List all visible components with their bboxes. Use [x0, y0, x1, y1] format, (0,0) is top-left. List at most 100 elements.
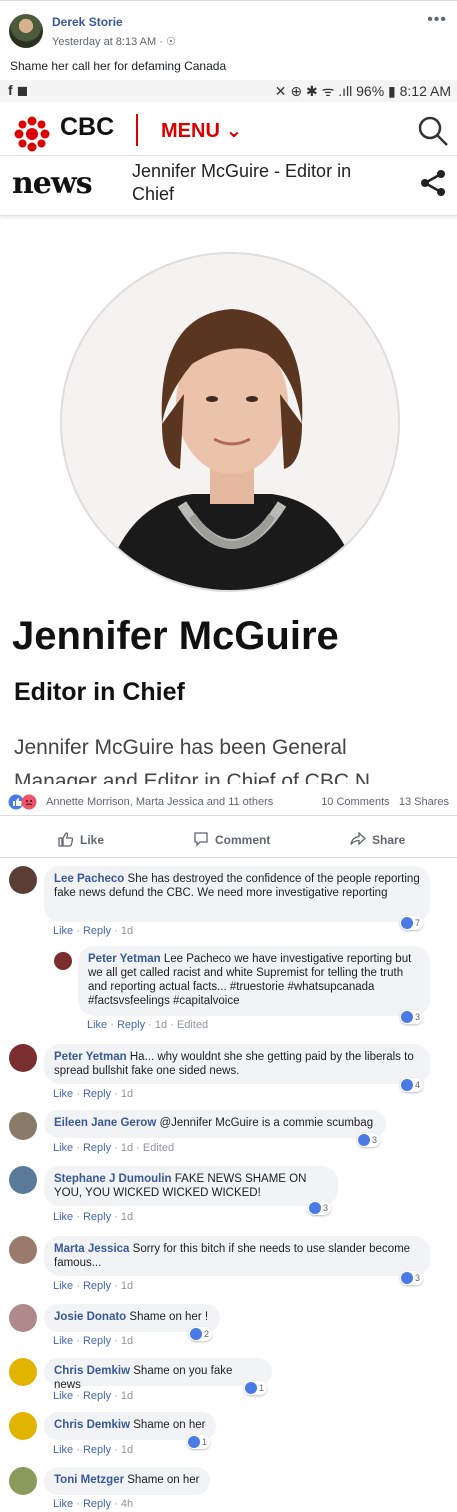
comment-time[interactable]: 1d — [121, 1211, 133, 1223]
post-header: Derek Storie Yesterday at 8:13 AM · ☉ ••… — [0, 0, 457, 80]
commenter-name[interactable]: Chris Demkiw — [54, 1365, 130, 1377]
comment-text: @Jennifer McGuire is a commie scumbag — [159, 1117, 374, 1129]
like-count: 3 — [323, 1203, 329, 1213]
comment-like-badge[interactable]: 3 — [400, 1010, 424, 1024]
comment-bubble: Peter Yetman Ha... why wouldnt she she g… — [44, 1044, 430, 1084]
post-time[interactable]: Yesterday at 8:13 AM — [52, 36, 156, 48]
post-actions: Like Comment Share — [0, 822, 457, 858]
like-count: 3 — [415, 1273, 421, 1283]
comment-reply-link[interactable]: Reply — [117, 1019, 145, 1031]
comment-like-link[interactable]: Like — [53, 1088, 73, 1100]
article-page-title: Jennifer McGuire - Editor in Chief — [132, 161, 352, 204]
comment-links: Like · Reply · 1d — [53, 1088, 134, 1100]
commenter-name[interactable]: Marta Jessica — [54, 1243, 129, 1255]
comment-text: Shame on her — [127, 1474, 200, 1486]
commenter-avatar[interactable] — [9, 1236, 37, 1264]
like-count: 4 — [415, 1080, 421, 1090]
comment-like-link[interactable]: Like — [87, 1019, 107, 1031]
commenter-avatar[interactable] — [9, 866, 37, 894]
like-badge-icon — [401, 917, 413, 929]
post-meta: Yesterday at 8:13 AM · ☉ — [52, 35, 176, 48]
reaction-names[interactable]: Annette Morrison, Marta Jessica and 11 o… — [46, 796, 273, 808]
commenter-name[interactable]: Stephane J Dumoulin — [54, 1173, 172, 1185]
comment-reply-link[interactable]: Reply — [83, 1498, 111, 1510]
comment-reply-link[interactable]: Reply — [83, 1444, 111, 1456]
comment-button[interactable]: Comment — [193, 831, 270, 850]
commenter-name[interactable]: Lee Pacheco — [54, 873, 124, 885]
commenter-name[interactable]: Peter Yetman — [88, 953, 161, 965]
comment-like-link[interactable]: Like — [53, 1335, 73, 1347]
shared-screenshot[interactable]: f ◼ ✕ ⊕ ✱ ᯤ .ıll 96% ▮ 8:12 AM CBC MENU … — [0, 80, 457, 784]
comment-edited: Edited — [176, 1019, 209, 1031]
commenter-avatar[interactable] — [9, 1112, 37, 1140]
comments-count[interactable]: 10 Comments — [321, 796, 389, 808]
comment-like-link[interactable]: Like — [53, 1498, 73, 1510]
share-button[interactable]: Share — [350, 831, 405, 850]
commenter-avatar[interactable] — [9, 1467, 37, 1495]
comment-like-link[interactable]: Like — [53, 1142, 73, 1154]
shares-count[interactable]: 13 Shares — [399, 796, 449, 808]
comment-like-link[interactable]: Like — [53, 1444, 73, 1456]
comment-like-badge[interactable]: 1 — [244, 1381, 268, 1395]
comment-reply-link[interactable]: Reply — [83, 1211, 111, 1223]
comment-icon — [193, 831, 209, 850]
comment-like-link[interactable]: Like — [53, 1211, 73, 1223]
comment-like-badge[interactable]: 3 — [308, 1201, 332, 1215]
comment-like-badge[interactable]: 2 — [189, 1327, 213, 1341]
share-arrow-icon — [350, 831, 366, 850]
comment-time[interactable]: 1d — [121, 1390, 133, 1402]
commenter-name[interactable]: Toni Metzger — [54, 1474, 124, 1486]
comment-time[interactable]: 1d — [121, 925, 133, 937]
comment-reply-link[interactable]: Reply — [83, 925, 111, 937]
commenter-avatar[interactable] — [9, 1412, 37, 1440]
commenter-name[interactable]: Eileen Jane Gerow — [54, 1117, 156, 1129]
comment-reply-link[interactable]: Reply — [83, 1088, 111, 1100]
like-count: 3 — [415, 1012, 421, 1022]
like-count: 3 — [372, 1135, 378, 1145]
comment-bubble: Eileen Jane Gerow @Jennifer McGuire is a… — [44, 1110, 386, 1138]
comment-time[interactable]: 1d — [155, 1019, 167, 1031]
share-icon — [421, 170, 445, 196]
comment-time[interactable]: 1d — [121, 1335, 133, 1347]
person-bio: Jennifer McGuire has been General — [14, 736, 347, 759]
comment-like-badge[interactable]: 3 — [400, 1271, 424, 1285]
comment-bubble: Toni Metzger Shame on her — [44, 1467, 210, 1495]
comment-reply-link[interactable]: Reply — [83, 1280, 111, 1292]
comment-like-badge[interactable]: 3 — [357, 1133, 381, 1147]
reaction-icons[interactable] — [8, 794, 42, 813]
comment-like-link[interactable]: Like — [53, 1390, 73, 1402]
commenter-avatar[interactable] — [9, 1358, 37, 1386]
phone-status-bar: f ◼ ✕ ⊕ ✱ ᯤ .ıll 96% ▮ 8:12 AM — [0, 80, 457, 102]
cbc-gem-logo — [14, 116, 50, 152]
commenter-name[interactable]: Peter Yetman — [54, 1051, 127, 1063]
comment-time[interactable]: 1d — [121, 1280, 133, 1292]
like-badge-icon — [245, 1382, 257, 1394]
comment-like-badge[interactable]: 7 — [400, 916, 424, 930]
author-avatar[interactable] — [9, 14, 43, 48]
comment-links: Like · Reply · 1d — [53, 1335, 134, 1347]
comment-like-link[interactable]: Like — [53, 1280, 73, 1292]
commenter-name[interactable]: Josie Donato — [54, 1311, 126, 1323]
like-count: 1 — [259, 1383, 265, 1393]
like-badge-icon — [358, 1134, 370, 1146]
commenter-name[interactable]: Chris Demkiw — [54, 1419, 130, 1431]
comment-reply-link[interactable]: Reply — [83, 1142, 111, 1154]
comment-like-link[interactable]: Like — [53, 925, 73, 937]
more-options-icon[interactable]: ••• — [427, 11, 447, 29]
person-bio-cut: Manager and Editor in Chief of CBC N — [14, 770, 371, 784]
comment-time[interactable]: 1d — [121, 1444, 133, 1456]
cbc-brand: CBC — [60, 113, 115, 141]
comment-time[interactable]: 4h — [121, 1498, 133, 1510]
commenter-avatar[interactable] — [9, 1304, 37, 1332]
comment-time[interactable]: 1d — [121, 1142, 133, 1154]
comment-reply-link[interactable]: Reply — [83, 1335, 111, 1347]
comment-time[interactable]: 1d — [121, 1088, 133, 1100]
comment-like-badge[interactable]: 1 — [187, 1435, 211, 1449]
commenter-avatar[interactable] — [54, 952, 72, 970]
commenter-avatar[interactable] — [9, 1166, 37, 1194]
post-author[interactable]: Derek Storie — [52, 15, 123, 29]
comment-like-badge[interactable]: 4 — [400, 1078, 424, 1092]
commenter-avatar[interactable] — [9, 1044, 37, 1072]
like-button[interactable]: Like — [58, 831, 104, 850]
comment-reply-link[interactable]: Reply — [83, 1390, 111, 1402]
